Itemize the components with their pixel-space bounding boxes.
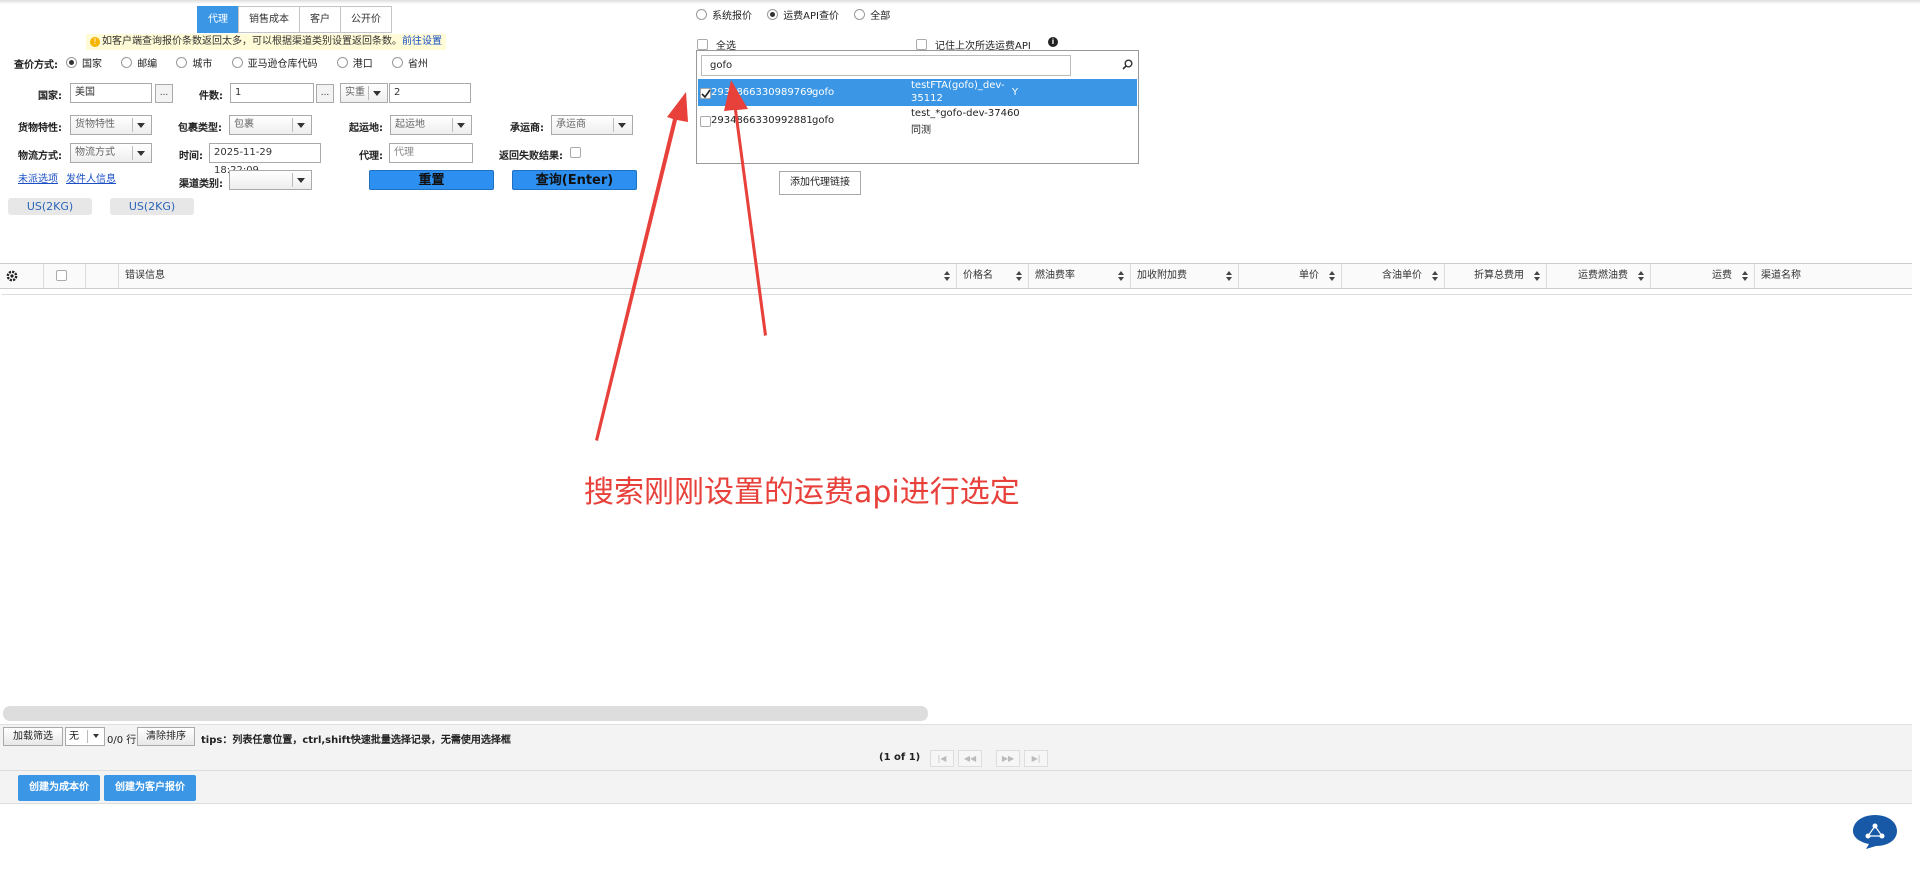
clear-sort-button[interactable]: 清除排序 [137,727,195,746]
chat-support-icon[interactable] [1852,814,1898,850]
create-cost-price-button[interactable]: 创建为成本价 [18,775,100,801]
last-page-button[interactable]: ▶| [1024,750,1048,767]
action-footer: 创建为成本价 创建为客户报价 [0,770,1912,804]
tips-text: tips：列表任意位置，ctrl,shift快速批量选择记录，无需使用选择框 [201,735,511,746]
next-page-button[interactable]: ▶▶ [996,750,1020,767]
grid-toolbar: 加载筛选 无 0/0 行 清除排序 tips：列表任意位置，ctrl,shift… [0,724,1912,770]
load-filter-button[interactable]: 加载筛选 [3,727,63,746]
pager-info: (1 of 1) [879,752,921,763]
first-page-button[interactable]: |◀ [930,750,954,767]
row-count: 0/0 行 [107,735,137,746]
annotation-arrow-left [595,92,688,441]
select-separator [87,730,88,743]
filter-select-value: 无 [69,731,79,742]
prev-page-button[interactable]: ◀◀ [958,750,982,767]
filter-select[interactable]: 无 [65,727,105,746]
create-customer-quote-button[interactable]: 创建为客户报价 [104,775,196,801]
horizontal-scrollbar[interactable] [3,706,928,721]
annotation-text: 搜索刚刚设置的运费api进行选定 [584,475,1020,510]
annotation-arrow-right [724,80,767,336]
chevron-down-icon [93,734,99,738]
